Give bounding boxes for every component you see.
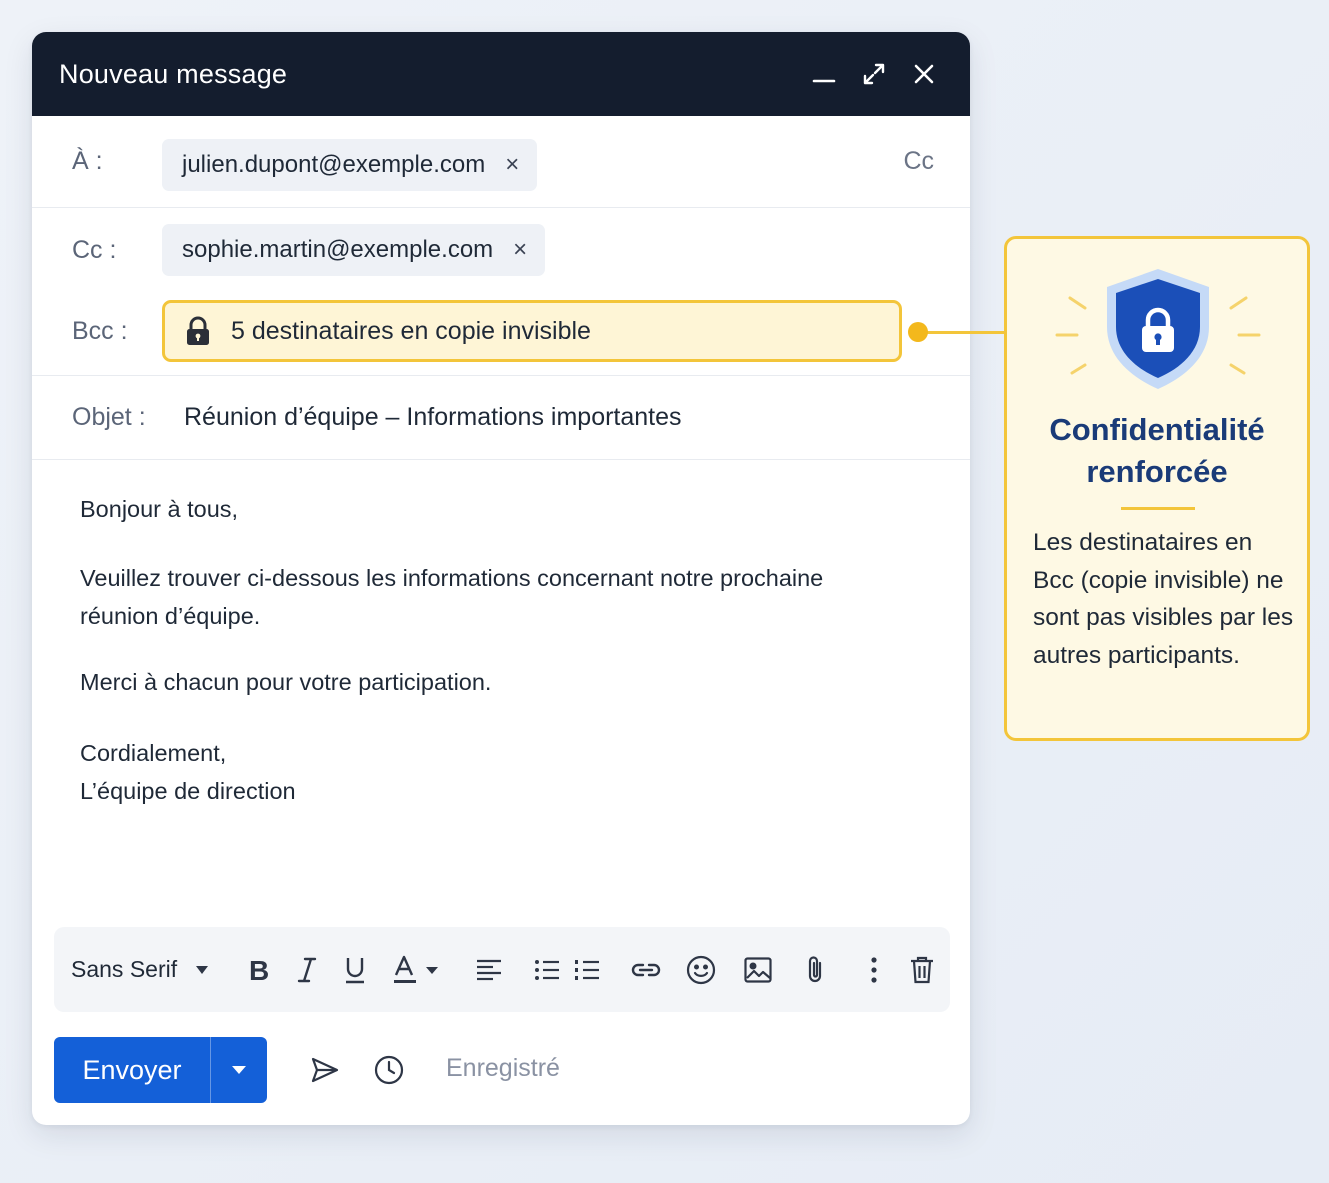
bulleted-list-icon[interactable]	[532, 927, 562, 1012]
recipient-email: julien.dupont@exemple.com	[182, 151, 486, 178]
lock-icon	[185, 316, 211, 346]
align-icon[interactable]	[474, 927, 504, 1012]
attachment-icon[interactable]	[802, 927, 828, 1012]
cc-row: Cc : sophie.martin@exemple.com ×	[32, 208, 970, 292]
bcc-summary-text: 5 destinataires en copie invisible	[231, 316, 591, 345]
callout-title: Confidentialité renforcée	[1049, 412, 1265, 489]
subject-row: Objet : Réunion d’équipe – Informations …	[32, 376, 970, 460]
subject-label: Objet :	[72, 403, 146, 431]
bold-icon[interactable]: B	[244, 927, 274, 1012]
emoji-icon[interactable]	[684, 927, 718, 1012]
bcc-row: Bcc : 5 destinataires en copie invisible	[32, 292, 970, 376]
minimize-icon[interactable]	[804, 54, 844, 94]
callout-connector-dot	[908, 322, 928, 342]
message-body[interactable]: Bonjour à tous, Veuillez trouver ci-dess…	[80, 490, 920, 810]
remove-recipient-icon[interactable]: ×	[505, 151, 519, 179]
send-later-icon[interactable]	[310, 1055, 340, 1090]
body-paragraph: Merci à chacun pour votre participation.	[80, 669, 492, 695]
cc-toggle-link[interactable]: Cc	[903, 147, 934, 176]
italic-icon[interactable]	[292, 927, 322, 1012]
font-family-label: Sans Serif	[71, 956, 178, 982]
save-status: Enregistré	[446, 1054, 560, 1082]
bcc-label: Bcc :	[72, 317, 128, 345]
to-label: À :	[72, 147, 103, 175]
more-options-icon[interactable]	[864, 927, 884, 1012]
font-family-select[interactable]: Sans Serif	[71, 927, 209, 1012]
link-icon[interactable]	[628, 927, 664, 1012]
send-button-group: Envoyer	[54, 1037, 267, 1103]
recipient-chip-cc[interactable]: sophie.martin@exemple.com ×	[162, 224, 546, 276]
subject-input[interactable]: Réunion d’équipe – Informations importan…	[184, 403, 682, 432]
body-greeting: Bonjour à tous,	[80, 496, 239, 522]
cc-label: Cc :	[72, 235, 117, 264]
send-button[interactable]: Envoyer	[54, 1037, 210, 1103]
chevron-down-icon	[196, 965, 209, 974]
underline-icon[interactable]	[340, 927, 370, 1012]
compose-window: Nouveau message À : julien.dupont@exempl…	[32, 32, 970, 1125]
compose-footer: Envoyer Enregistré	[54, 1037, 950, 1103]
to-row: À : julien.dupont@exemple.com × Cc	[32, 116, 970, 208]
body-paragraph-line: réunion d’équipe.	[80, 603, 261, 629]
svg-text:B: B	[249, 957, 269, 983]
body-closing: Cordialement,	[80, 740, 227, 766]
shield-lock-icon	[1055, 269, 1261, 389]
recipient-email: sophie.martin@exemple.com	[182, 236, 494, 263]
remove-recipient-icon[interactable]: ×	[513, 236, 527, 264]
window-title: Nouveau message	[59, 58, 288, 89]
callout-text: Les destinataires en Bcc (copie invisibl…	[1033, 529, 1294, 669]
recipient-chip-to[interactable]: julien.dupont@exemple.com ×	[162, 139, 538, 191]
body-paragraph-line: Veuillez trouver ci-dessous les informat…	[80, 565, 824, 591]
text-color-icon[interactable]	[390, 927, 446, 1012]
privacy-callout: Confidentialité renforcée Les destinatai…	[1004, 236, 1310, 741]
image-icon[interactable]	[742, 927, 774, 1012]
bcc-summary-field[interactable]: 5 destinataires en copie invisible	[162, 300, 902, 362]
send-options-dropdown[interactable]	[211, 1037, 267, 1103]
delete-icon[interactable]	[908, 927, 936, 1012]
schedule-clock-icon[interactable]	[374, 1055, 404, 1090]
callout-connector	[918, 331, 1006, 334]
body-signature: L’équipe de direction	[80, 778, 296, 804]
callout-divider	[1121, 507, 1195, 510]
chevron-down-icon	[232, 1066, 246, 1074]
expand-icon[interactable]	[854, 54, 894, 94]
compose-titlebar: Nouveau message	[32, 32, 970, 116]
close-icon[interactable]	[904, 54, 944, 94]
formatting-toolbar: Sans Serif B	[54, 927, 950, 1012]
numbered-list-icon[interactable]	[572, 927, 602, 1012]
